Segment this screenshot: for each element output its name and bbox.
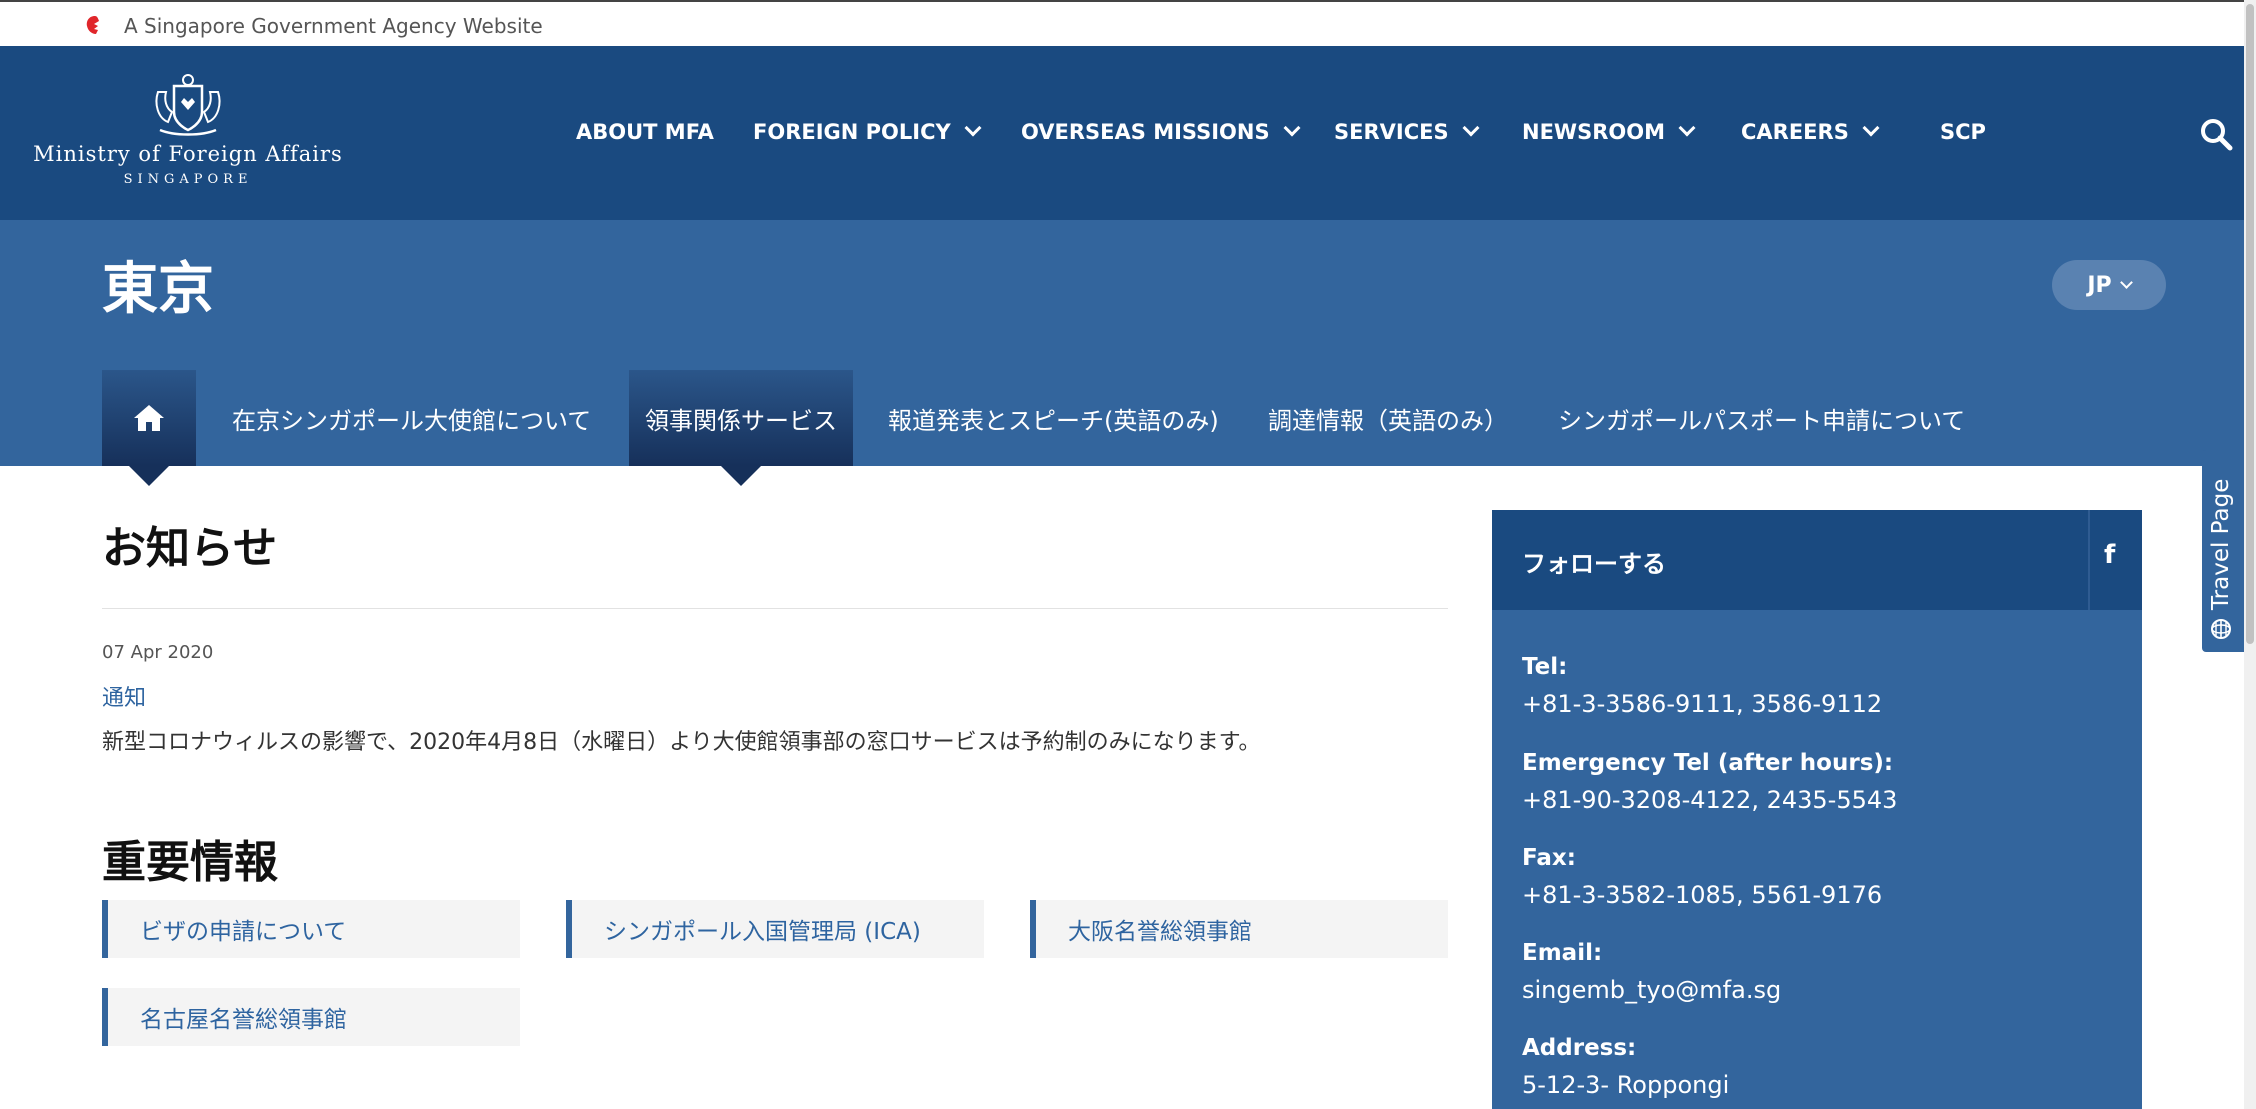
nav-label: NEWSROOM — [1522, 120, 1665, 144]
globe-icon — [2211, 619, 2231, 639]
language-select[interactable]: JP — [2052, 260, 2166, 310]
travel-page-tab[interactable]: Travel Page — [2202, 450, 2246, 652]
nav-scp[interactable]: SCP — [1940, 120, 1986, 144]
email-link[interactable]: singemb_tyo@mfa.sg — [1522, 976, 1781, 1004]
nav-about-mfa[interactable]: ABOUT MFA — [576, 120, 714, 144]
link-label: ビザの申請について — [140, 919, 347, 945]
notice-date: 07 Apr 2020 — [102, 642, 214, 663]
contact-panel: Tel: +81-3-3586-9111, 3586-9112 Emergenc… — [1492, 610, 2142, 1109]
nav-label: SCP — [1940, 120, 1986, 144]
nav-label: FOREIGN POLICY — [753, 120, 951, 144]
subnav-consular-services[interactable]: 領事関係サービス — [629, 370, 853, 486]
language-label: JP — [2087, 272, 2112, 298]
follow-header: フォローする f — [1492, 510, 2142, 610]
important-title: 重要情報 — [102, 837, 278, 888]
nav-services[interactable]: SERVICES — [1334, 119, 1480, 144]
subnav-passport[interactable]: シンガポールパスポート申請について — [1558, 370, 1965, 466]
contact-value: +81-3-3586-9111, 3586-9112 — [1522, 690, 1883, 718]
mission-band: 東京 JP 在京シンガポール大使館について 領事関係サービス 報道発表とスピーチ… — [0, 220, 2244, 486]
contact-label: Tel: — [1522, 654, 1568, 680]
notice-text[interactable]: 新型コロナウィルスの影響で、2020年4月8日（水曜日）より大使館領事部の窓口サ… — [102, 724, 1260, 756]
chevron-down-icon — [1462, 119, 1480, 137]
subnav-procurement[interactable]: 調達情報（英語のみ） — [1268, 370, 1508, 466]
divider — [2088, 510, 2090, 610]
subnav-label: 領事関係サービス — [645, 406, 837, 435]
important-link-visa[interactable]: ビザの申請について — [102, 900, 520, 958]
facebook-icon[interactable]: f — [2104, 540, 2115, 570]
nav-label: ABOUT MFA — [576, 120, 714, 144]
mfa-logo[interactable]: Ministry of Foreign Affairs SINGAPORE — [30, 72, 346, 196]
contact-label: Email: — [1522, 940, 1603, 966]
logo-name: Ministry of Foreign Affairs — [33, 142, 343, 166]
page-title: 東京 — [102, 257, 214, 322]
contact-value: +81-3-3582-1085, 5561-9176 — [1522, 881, 1883, 909]
scrollbar-thumb[interactable] — [2246, 4, 2254, 644]
subnav-label: シンガポールパスポート申請について — [1558, 406, 1966, 435]
crest-icon — [155, 74, 221, 136]
lion-head-icon — [86, 16, 99, 34]
contact-value: +81-90-3208-4122, 2435-5543 — [1522, 786, 1898, 814]
nav-newsroom[interactable]: NEWSROOM — [1522, 119, 1696, 144]
logo-sub: SINGAPORE — [123, 172, 253, 187]
chevron-down-icon — [1283, 119, 1301, 137]
search-icon[interactable] — [2198, 116, 2234, 152]
notice-category-link[interactable]: 通知 — [102, 680, 146, 712]
subnav-home[interactable] — [102, 370, 196, 486]
important-link-ica[interactable]: シンガポール入国管理局 (ICA) — [566, 900, 984, 958]
divider — [102, 608, 1448, 609]
active-pointer — [721, 466, 761, 486]
contact-value: 5-12-3- Roppongi — [1522, 1071, 1730, 1099]
travel-label: Travel Page — [2208, 478, 2234, 610]
active-pointer — [129, 466, 169, 486]
important-link-nagoya[interactable]: 名古屋名誉総領事館 — [102, 988, 520, 1046]
notices-title: お知らせ — [102, 523, 278, 574]
nav-careers[interactable]: CAREERS — [1741, 119, 1880, 144]
chevron-down-icon — [1678, 119, 1696, 137]
chevron-down-icon — [1862, 119, 1880, 137]
masthead-text: A Singapore Government Agency Website — [124, 14, 543, 38]
link-label: シンガポール入国管理局 (ICA) — [604, 919, 921, 945]
chevron-down-icon — [964, 119, 982, 137]
subnav-label: 在京シンガポール大使館について — [232, 406, 592, 435]
nav-overseas-missions[interactable]: OVERSEAS MISSIONS — [1021, 119, 1301, 144]
home-icon — [134, 405, 164, 431]
subnav-label: 報道発表とスピーチ(英語のみ) — [888, 406, 1219, 435]
gov-masthead: A Singapore Government Agency Website — [0, 0, 2256, 46]
nav-label: OVERSEAS MISSIONS — [1021, 120, 1270, 144]
chevron-down-icon — [2119, 276, 2133, 289]
subnav-press-speeches[interactable]: 報道発表とスピーチ(英語のみ) — [888, 370, 1219, 466]
site-header: Ministry of Foreign Affairs SINGAPORE AB… — [0, 46, 2244, 220]
link-label: 大阪名誉総領事館 — [1068, 919, 1252, 945]
important-link-osaka[interactable]: 大阪名誉総領事館 — [1030, 900, 1448, 958]
nav-foreign-policy[interactable]: FOREIGN POLICY — [753, 119, 982, 144]
follow-label: フォローする — [1522, 550, 1666, 578]
subnav-about-embassy[interactable]: 在京シンガポール大使館について — [232, 370, 591, 466]
contact-label: Fax: — [1522, 845, 1576, 871]
nav-label: CAREERS — [1741, 120, 1849, 144]
contact-label: Address: — [1522, 1035, 1637, 1061]
scrollbar[interactable] — [2244, 0, 2256, 1109]
contact-label: Emergency Tel (after hours): — [1522, 750, 1894, 776]
nav-label: SERVICES — [1334, 120, 1449, 144]
subnav-label: 調達情報（英語のみ） — [1268, 406, 1508, 435]
link-label: 名古屋名誉総領事館 — [140, 1007, 347, 1033]
